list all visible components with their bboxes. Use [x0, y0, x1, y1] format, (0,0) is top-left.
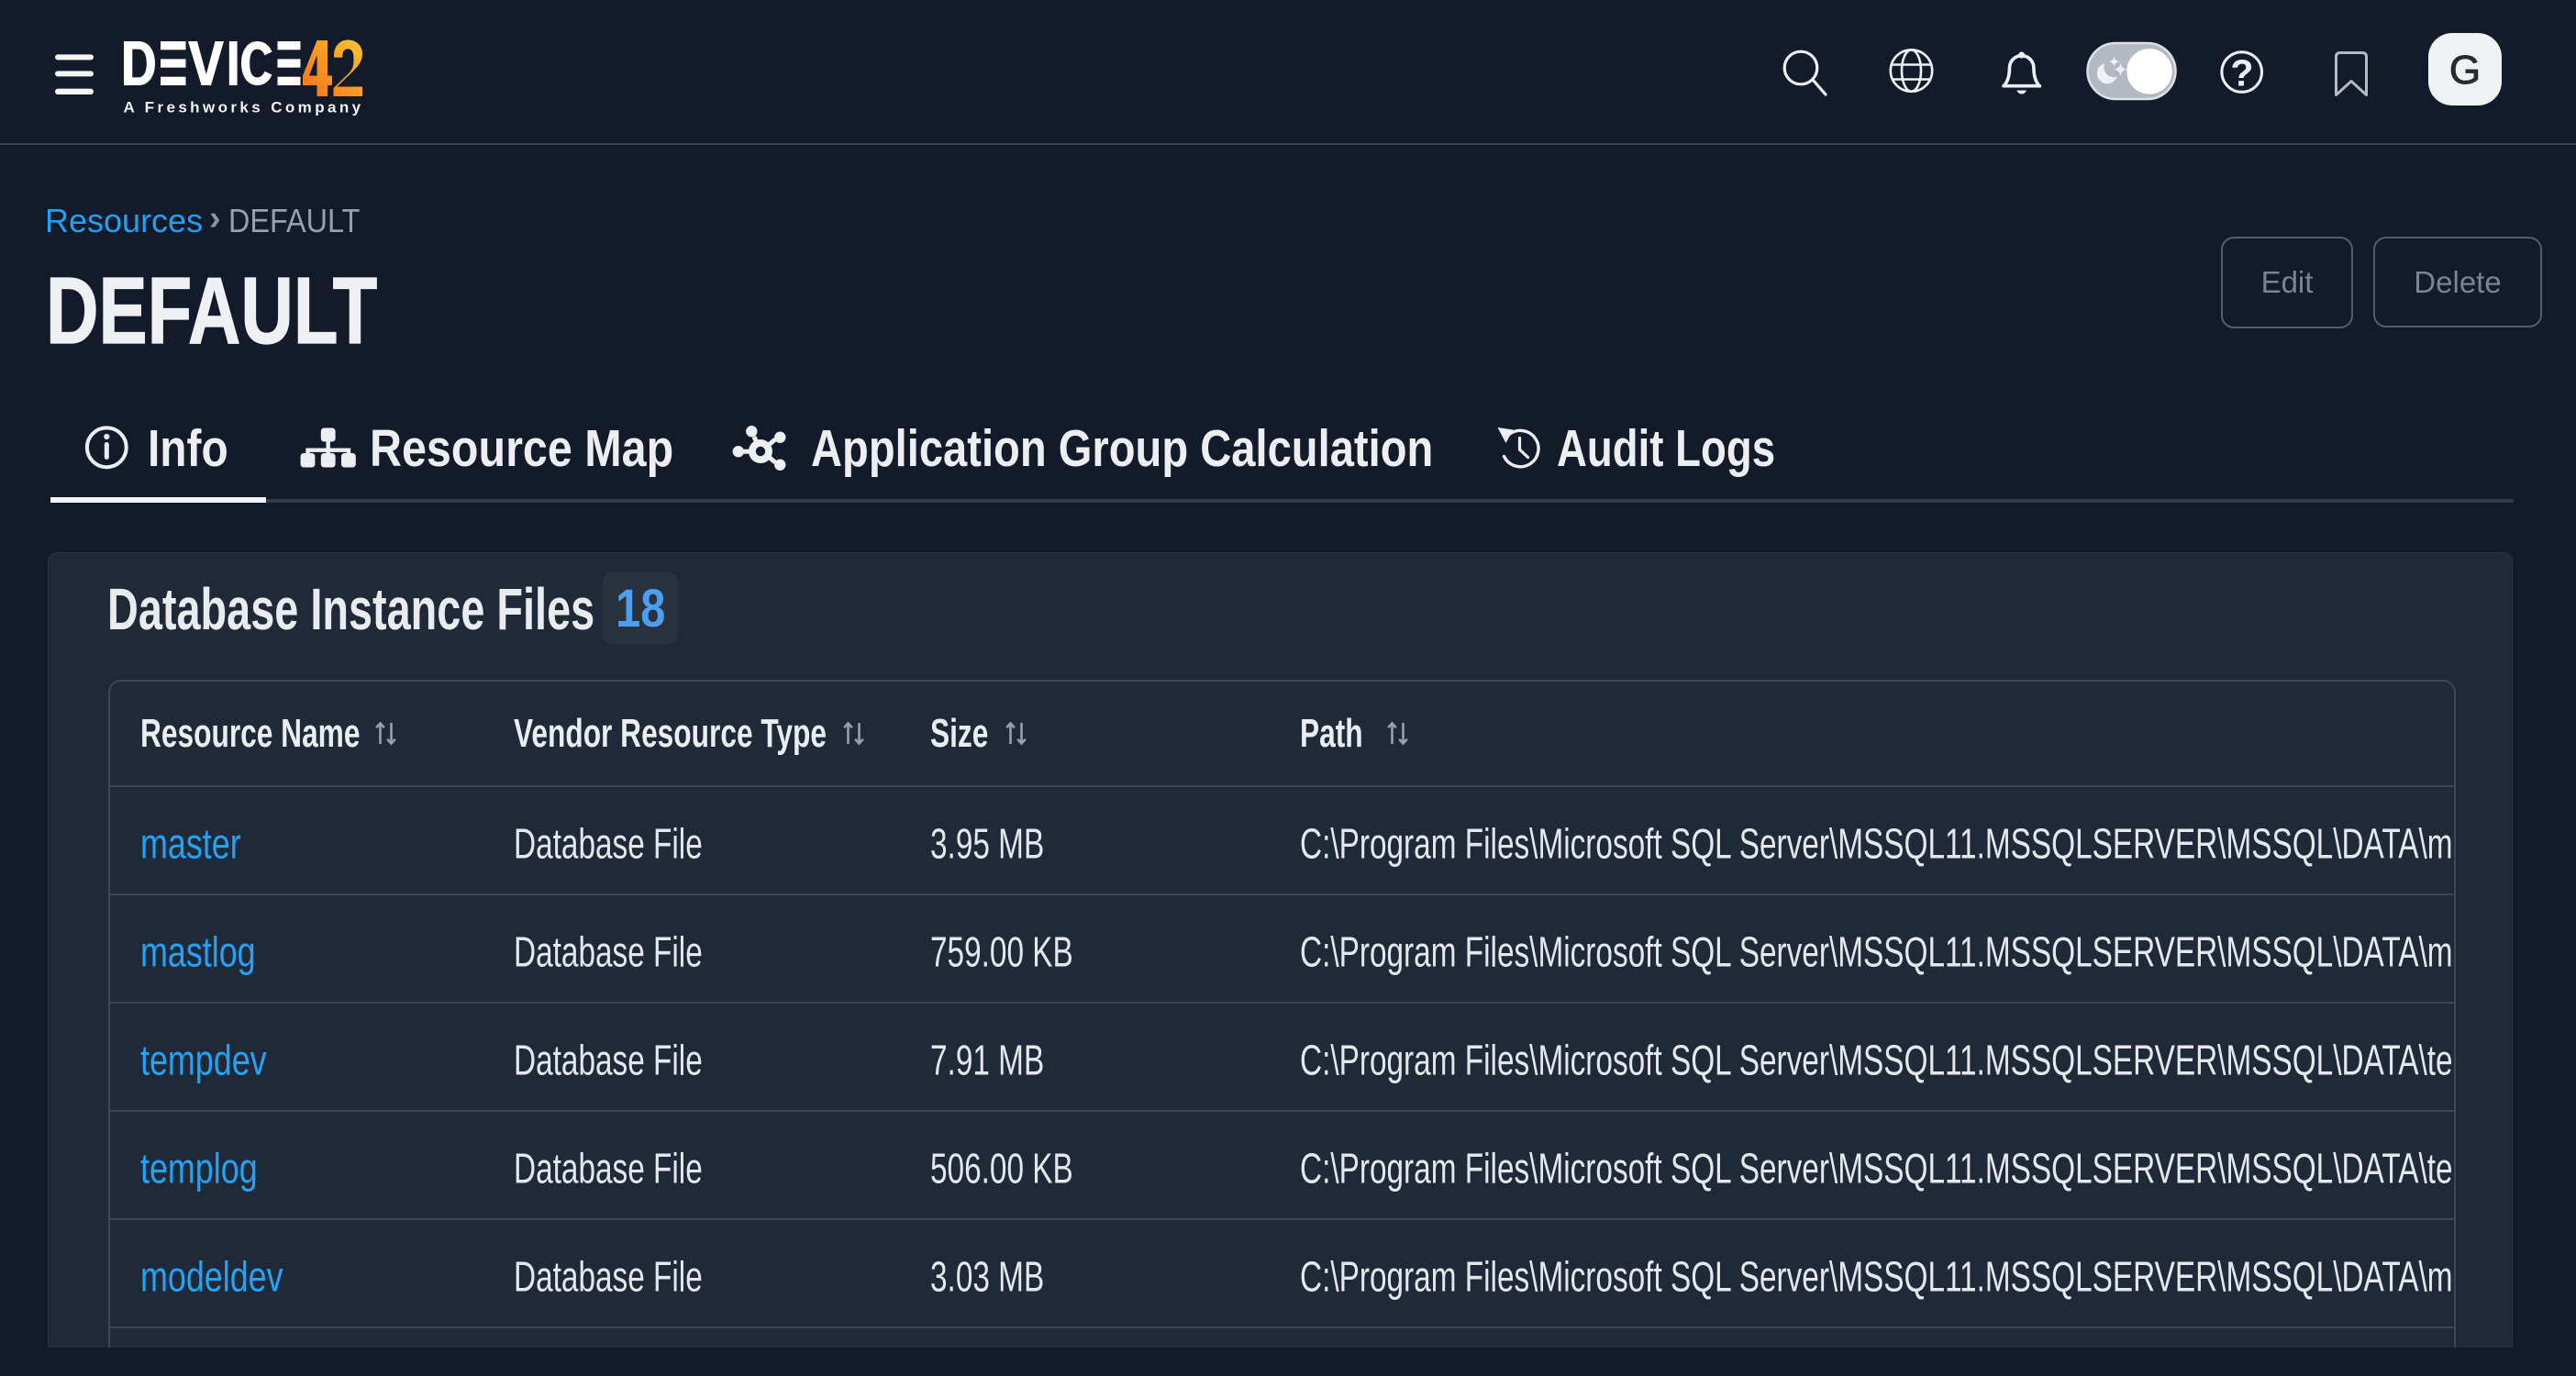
svg-text:?: ? — [2230, 52, 2253, 94]
svg-text:A Freshworks Company: A Freshworks Company — [124, 99, 364, 117]
svg-text:G: G — [2449, 48, 2481, 93]
